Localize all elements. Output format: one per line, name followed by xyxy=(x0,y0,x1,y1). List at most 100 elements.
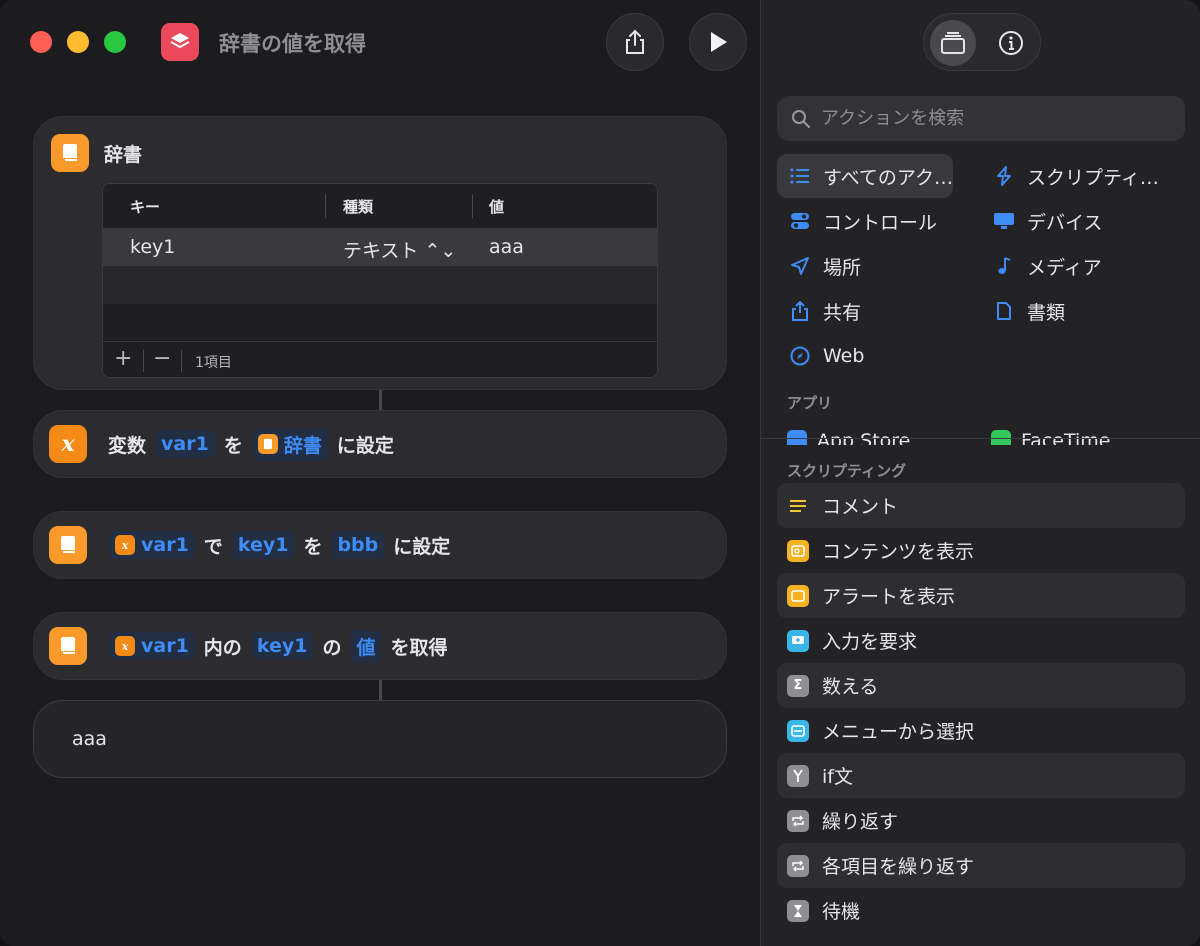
value-token[interactable]: bbb xyxy=(331,531,385,559)
window-title[interactable]: 辞書の値を取得 xyxy=(219,28,366,58)
set-dictionary-value-action[interactable]: x var1 で key1 を bbb に設定 xyxy=(33,511,727,579)
location-arrow-icon xyxy=(787,256,813,276)
compass-icon xyxy=(787,346,813,366)
quick-look-icon xyxy=(787,539,809,562)
book-icon xyxy=(61,637,75,655)
library-tab[interactable] xyxy=(930,20,976,66)
shortcuts-window: 辞書の値を取得 辞書 キー 種類 値 key1 テキスト ⌃⌄ aaa + − … xyxy=(0,0,1200,946)
action-show-content[interactable]: コンテンツを表示 xyxy=(777,528,1185,573)
dictionary-action[interactable]: 辞書 キー 種類 値 key1 テキスト ⌃⌄ aaa + − 1項目 xyxy=(33,116,727,390)
category-media[interactable]: メディア xyxy=(991,244,1102,288)
share-button[interactable] xyxy=(606,13,664,71)
dictionary-table-footer: + − 1項目 xyxy=(103,341,657,377)
set-variable-action[interactable]: x 変数 var1 を 辞書 に設定 xyxy=(33,410,727,478)
action-label: コンテンツを表示 xyxy=(822,541,975,563)
shortcut-editor: 辞書の値を取得 辞書 キー 種類 値 key1 テキスト ⌃⌄ aaa + − … xyxy=(0,0,760,946)
dictionary-variable-token[interactable]: 辞書 xyxy=(251,427,328,461)
category-web[interactable]: Web xyxy=(787,334,864,378)
action-label: メニューから選択 xyxy=(822,721,975,743)
share-icon xyxy=(626,29,644,54)
row-type-selector[interactable]: テキスト ⌃⌄ xyxy=(343,236,456,263)
action-search[interactable] xyxy=(777,96,1185,141)
scripting-section-label: スクリプティング xyxy=(787,462,907,480)
sigma-icon: Σ xyxy=(787,674,809,697)
branch-icon xyxy=(787,764,809,787)
add-item-button[interactable]: + xyxy=(114,346,132,371)
book-icon xyxy=(257,434,278,454)
repeat-each-icon xyxy=(787,854,809,877)
alert-icon xyxy=(787,584,809,607)
dictionary-action-icon xyxy=(49,526,87,564)
close-window-button[interactable] xyxy=(30,31,52,53)
app-item-facetime[interactable]: FaceTime xyxy=(991,425,1110,445)
empty-row xyxy=(103,266,657,304)
action-comment[interactable]: コメント xyxy=(777,483,1185,528)
category-location[interactable]: 場所 xyxy=(787,244,861,288)
variable-name-token[interactable]: var1 xyxy=(155,430,215,458)
minimize-window-button[interactable] xyxy=(67,31,89,53)
share-icon xyxy=(787,300,813,322)
search-input[interactable] xyxy=(821,108,1161,129)
set-label: に設定 xyxy=(336,434,394,457)
action-label: 数える xyxy=(822,676,879,698)
item-count: 1項目 xyxy=(195,355,232,371)
category-documents[interactable]: 書類 xyxy=(991,289,1065,333)
row-key[interactable]: key1 xyxy=(130,236,175,258)
action-repeat[interactable]: 繰り返す xyxy=(777,798,1185,843)
category-scripting[interactable]: スクリプティ… xyxy=(987,154,1159,198)
variable-icon: x xyxy=(49,425,87,463)
action-label: 繰り返す xyxy=(822,811,899,833)
dictionary-action-icon xyxy=(51,134,89,172)
table-row[interactable]: key1 テキスト ⌃⌄ aaa xyxy=(103,228,657,266)
list-icon xyxy=(787,168,813,184)
key-token[interactable]: key1 xyxy=(250,632,314,660)
set-label: に設定 xyxy=(393,535,451,558)
action-count[interactable]: Σ 数える xyxy=(777,663,1185,708)
column-value: 値 xyxy=(489,198,505,216)
comment-icon xyxy=(787,495,809,517)
get-label: を取得 xyxy=(390,636,448,659)
get-dictionary-value-action[interactable]: x var1 内の key1 の 値 を取得 xyxy=(33,612,727,680)
info-tab[interactable] xyxy=(988,20,1034,66)
category-sharing[interactable]: 共有 xyxy=(787,289,861,333)
remove-item-button[interactable]: − xyxy=(153,346,171,371)
variable-token[interactable]: x var1 xyxy=(109,632,195,660)
action-label: 各項目を繰り返す xyxy=(822,856,975,878)
action-library-sidebar: すべてのアク… スクリプティ… コントロール デバイス 場所 メディア 共有 xyxy=(760,0,1200,946)
empty-row xyxy=(103,304,657,328)
particle-text: 内の xyxy=(203,636,242,659)
music-note-icon xyxy=(991,256,1017,276)
dictionary-token-label: 辞書 xyxy=(283,434,322,457)
sidebar-segmented-control xyxy=(923,13,1041,71)
variable-token[interactable]: x var1 xyxy=(109,531,195,559)
action-show-alert[interactable]: アラートを表示 xyxy=(777,573,1185,618)
key-token[interactable]: key1 xyxy=(231,531,295,559)
row-value[interactable]: aaa xyxy=(489,236,524,258)
category-label: コントロール xyxy=(823,211,938,234)
dictionary-action-title: 辞書 xyxy=(104,143,143,166)
app-item-app-store[interactable]: App Store xyxy=(787,425,910,445)
dictionary-action-icon xyxy=(49,627,87,665)
variable-token-label: var1 xyxy=(141,534,189,556)
action-wait[interactable]: 待機 xyxy=(777,888,1185,933)
get-mode-token[interactable]: 値 xyxy=(350,629,382,663)
run-button[interactable] xyxy=(689,13,747,71)
menu-icon xyxy=(787,719,809,742)
action-ask-for-input[interactable]: 入力を要求 xyxy=(777,618,1185,663)
zoom-window-button[interactable] xyxy=(104,31,126,53)
category-all-actions[interactable]: すべてのアク… xyxy=(777,154,953,198)
category-device[interactable]: デバイス xyxy=(991,199,1102,243)
action-choose-from-menu[interactable]: メニューから選択 xyxy=(777,708,1185,753)
action-if[interactable]: if文 xyxy=(777,753,1185,798)
hourglass-icon xyxy=(787,899,809,922)
shortcut-icon[interactable] xyxy=(161,23,199,61)
variable-token-label: var1 xyxy=(141,635,189,657)
book-icon xyxy=(61,536,75,554)
document-icon xyxy=(991,301,1017,321)
action-repeat-with-each[interactable]: 各項目を繰り返す xyxy=(777,843,1185,888)
category-control[interactable]: コントロール xyxy=(787,199,937,243)
particle-text: を xyxy=(303,535,323,558)
category-label: デバイス xyxy=(1027,211,1103,234)
category-label: 書類 xyxy=(1027,301,1066,324)
dictionary-table: キー 種類 値 key1 テキスト ⌃⌄ aaa + − 1項目 xyxy=(102,183,658,378)
